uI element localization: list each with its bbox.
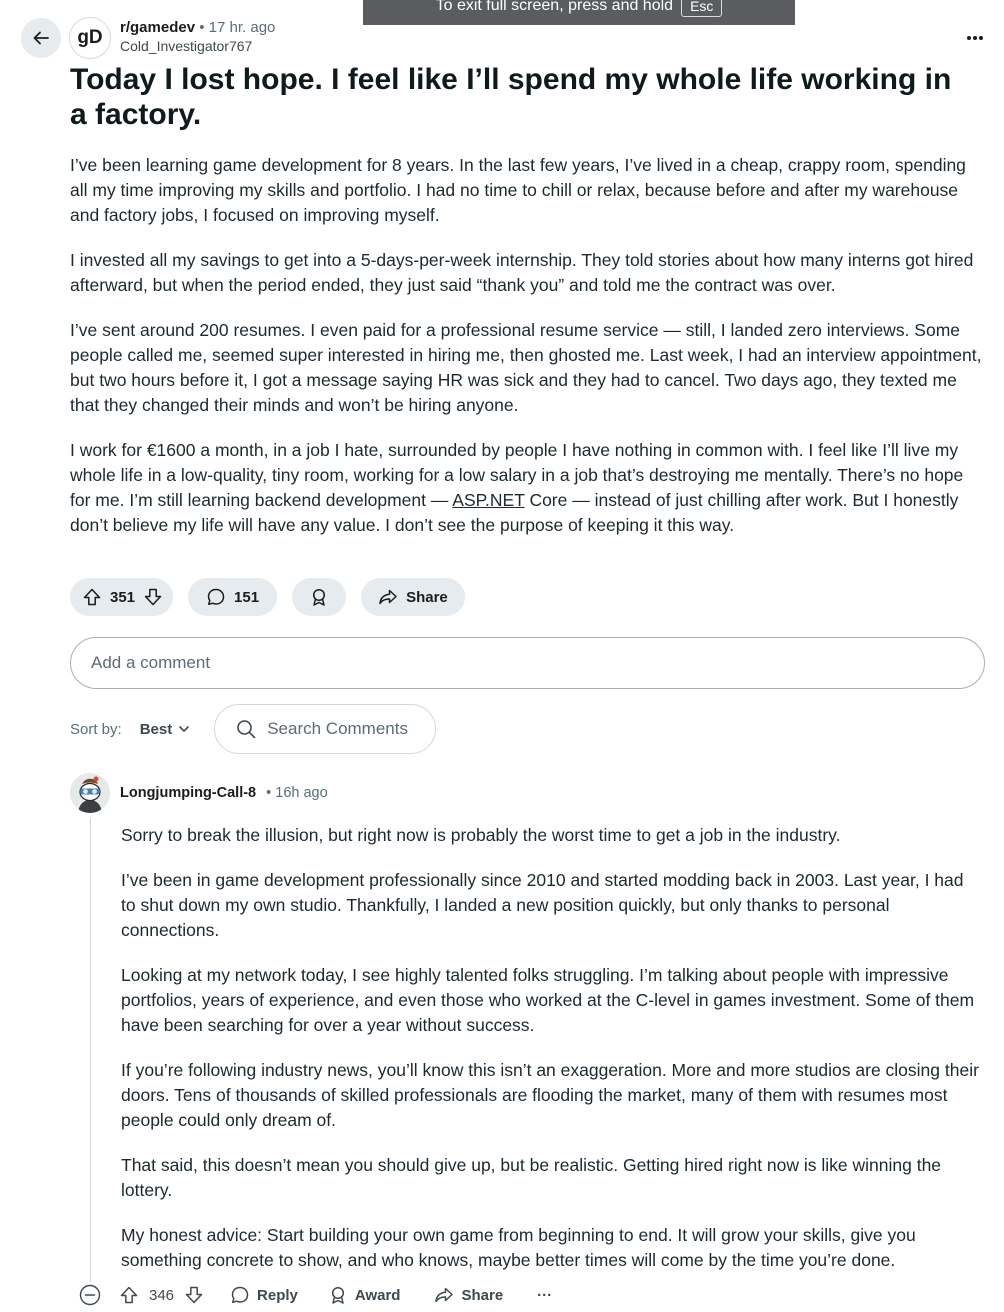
award-icon [331,1286,344,1304]
meta-separator: • [199,19,205,36]
comment-paragraph: My honest advice: Start building your ow… [121,1225,916,1270]
add-comment-placeholder: Add a comment [91,653,211,672]
ellipsis-icon [967,36,983,40]
sort-label: Sort by: [70,720,122,738]
speech-bubble-icon [231,1286,249,1304]
commenter-avatar[interactable] [70,773,110,813]
comment-count: 151 [234,588,260,606]
comment-age: • 16h ago [266,785,328,801]
add-comment-input[interactable]: Add a comment [70,637,985,689]
comment-header: Longjumping-Call-8 • 16h ago [120,785,328,801]
post-age: 17 hr. ago [208,19,276,36]
comment-paragraph: That said, this doesn’t mean you should … [121,1155,942,1200]
search-comments-input[interactable]: Search Comments [214,704,437,754]
reply-button[interactable]: Reply [230,1285,298,1305]
comment-paragraph: Sorry to break the illusion, but right n… [121,825,841,845]
sort-value: Best [139,720,173,738]
award-label: Award [354,1286,401,1304]
search-comments-placeholder: Search Comments [267,719,408,738]
post-meta: r/gamedev • 17 hr. ago Cold_Investigator… [120,18,275,56]
fullscreen-banner-text: To exit full screen, press and hold [435,0,674,14]
sort-dropdown[interactable]: Best [140,721,191,738]
comment-vote: 346 [119,1285,204,1305]
reddit-post-page: To exit full screen, press and hold Esc … [0,0,1004,1312]
comment-more-button[interactable]: ··· [537,1287,552,1304]
post-actions: 351 151 Share [70,578,465,616]
comment-body: Sorry to break the illusion, but right n… [121,823,981,1293]
esc-key: Esc [681,0,723,17]
subreddit-link[interactable]: r/gamedev [120,19,195,36]
comment-share-button[interactable]: Share [434,1285,503,1305]
comment-paragraph: If you’re following industry news, you’l… [121,1060,979,1130]
collapse-thread-button[interactable] [79,1284,101,1306]
comment-share-label: Share [461,1286,504,1304]
back-button[interactable] [21,18,61,58]
comment-actions: 346 Reply Award Share ··· [79,1284,552,1306]
more-options-button[interactable] [966,24,984,47]
share-button[interactable]: Share [361,578,465,616]
arrow-up-icon[interactable] [119,1285,139,1305]
aspnet-link[interactable]: ASP.NET [452,490,524,510]
arrow-up-icon[interactable] [82,587,102,607]
post-paragraph: I’ve sent around 200 resumes. I even pai… [70,320,982,415]
post-author[interactable]: Cold_Investigator767 [120,37,275,56]
reply-label: Reply [257,1286,298,1304]
snoo-avatar-icon [70,773,110,813]
comment-vote-count: 346 [149,1286,175,1304]
sort-row: Sort by: Best Search Comments [70,704,437,754]
post-vote-count: 351 [110,588,136,606]
post-body: I’ve been learning game development for … [70,153,985,558]
arrow-left-icon [33,31,49,45]
comment-author[interactable]: Longjumping-Call-8 [120,785,256,801]
post-paragraph: I’ve been learning game development for … [70,155,966,225]
post-paragraph: I invested all my savings to get into a … [70,250,974,295]
chevron-down-icon [179,726,190,732]
share-label: Share [406,588,448,606]
comment-paragraph: Looking at my network today, I see highl… [121,965,975,1035]
vote-pill: 351 [70,578,174,616]
award-icon [313,588,326,606]
thread-line[interactable] [90,818,91,1282]
fullscreen-banner: To exit full screen, press and hold Esc [363,0,795,25]
arrow-down-icon[interactable] [143,587,163,607]
post-paragraph: I work for €1600 a month, in a job I hat… [70,438,985,538]
subreddit-avatar[interactable]: gD [69,17,111,59]
arrow-down-icon[interactable] [184,1285,204,1305]
minus-circle-icon [79,1284,101,1306]
magnifier-icon [237,720,256,739]
comment-award-button[interactable]: Award [328,1285,401,1305]
award-button[interactable] [292,578,347,616]
comments-button[interactable]: 151 [188,578,278,616]
speech-bubble-icon [207,588,225,606]
share-arrow-icon [435,1287,454,1303]
comment-paragraph: I’ve been in game development profession… [121,870,964,940]
share-arrow-icon [379,589,397,605]
post-title: Today I lost hope. I feel like I’ll spen… [70,63,952,131]
